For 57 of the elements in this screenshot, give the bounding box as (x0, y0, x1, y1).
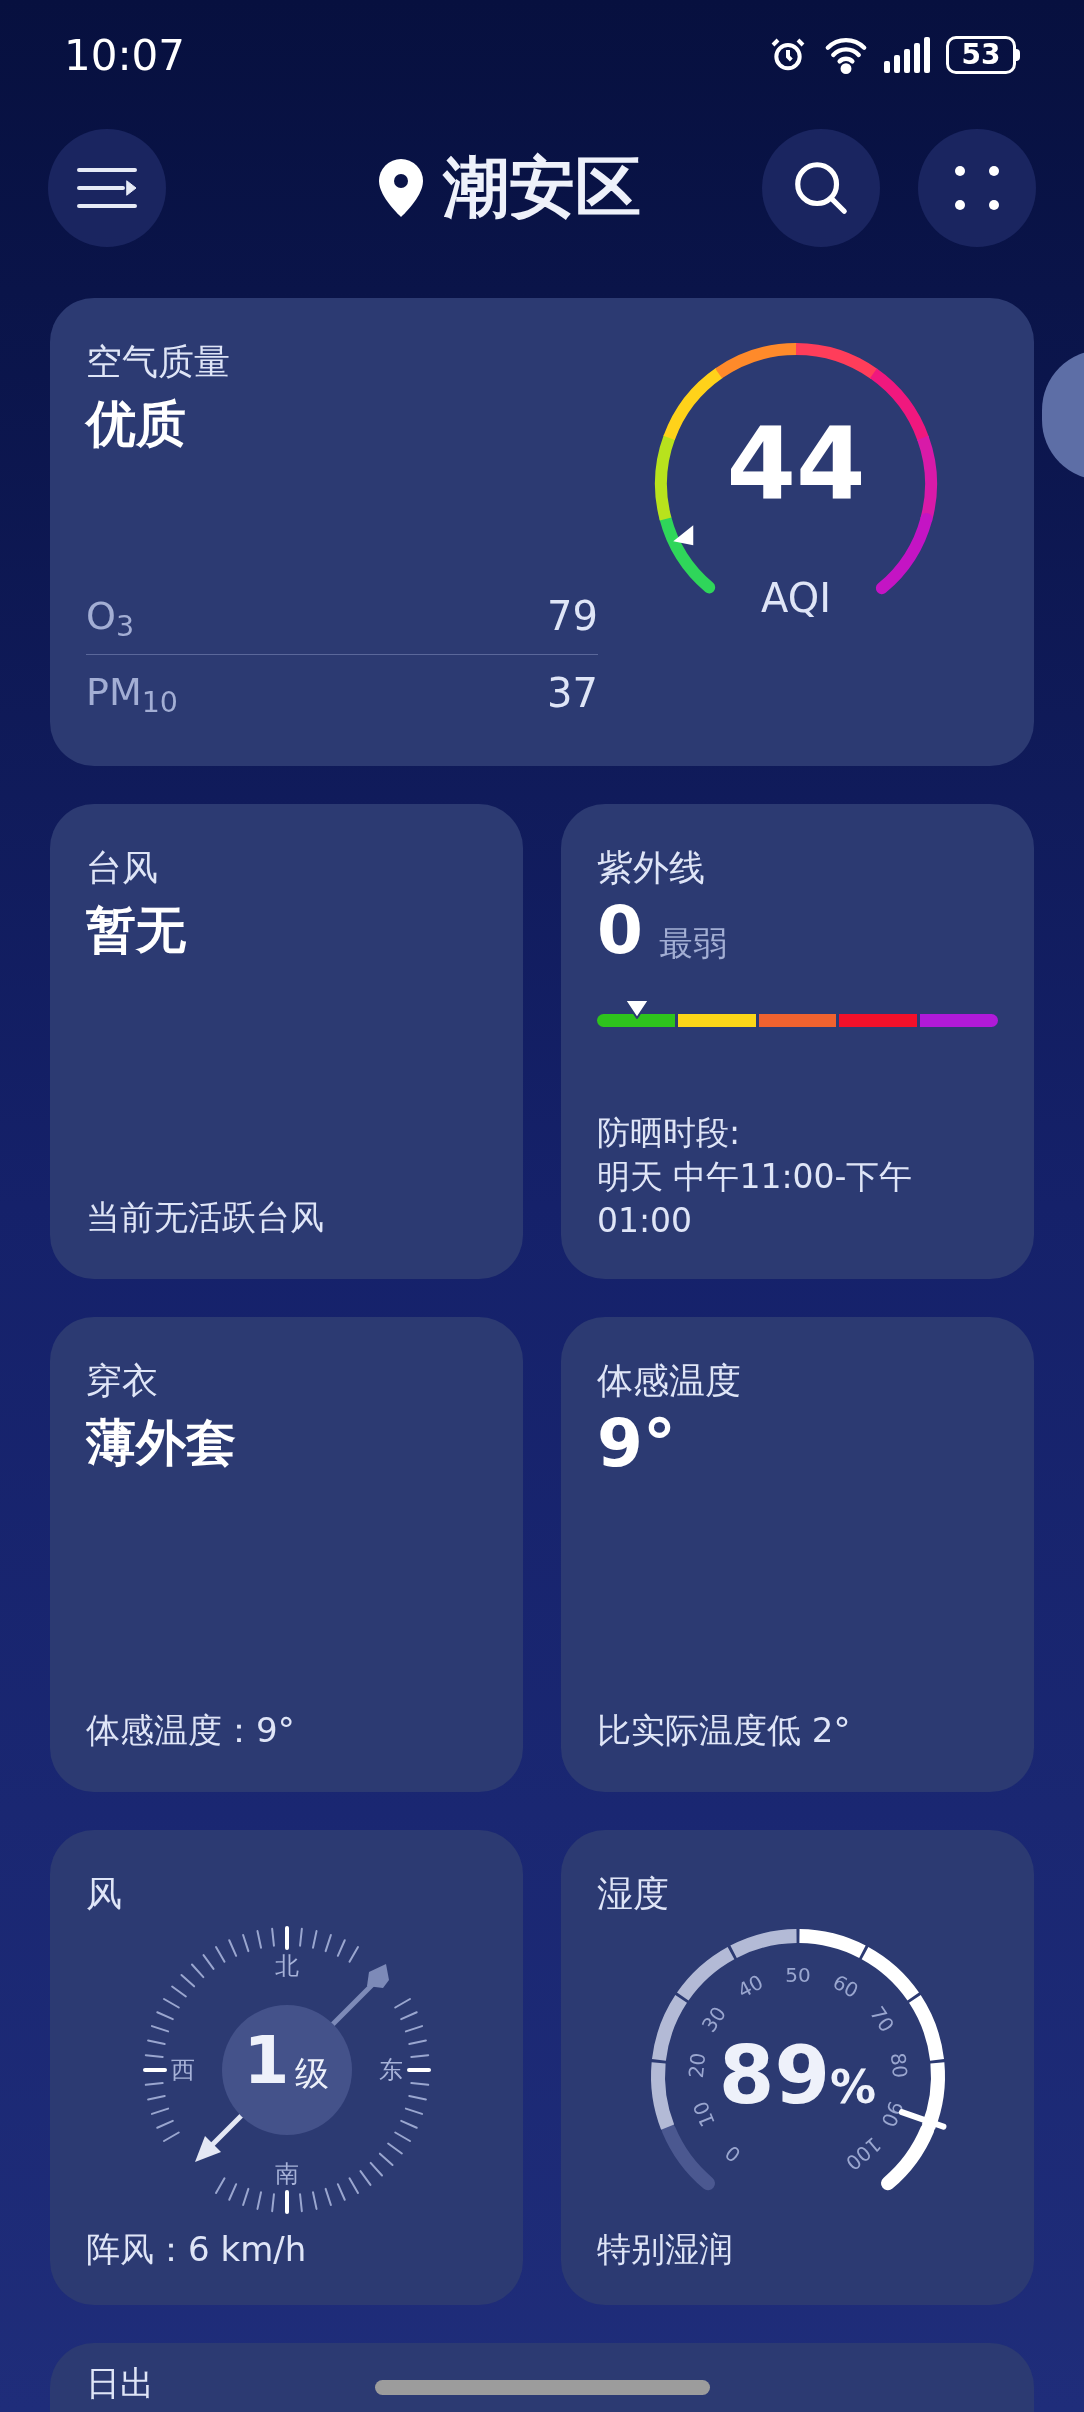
typhoon-note: 当前无活跃台风 (86, 1196, 324, 1239)
gauge-scale-label: 60 (828, 1969, 862, 2003)
humidity-note: 特别湿润 (597, 2228, 733, 2271)
wifi-icon (824, 35, 868, 75)
card-title: 风 (86, 1872, 122, 1916)
aqi-value: 44 (725, 414, 867, 514)
air-quality-card[interactable]: 空气质量 优质 O$_{3}$ 79 PM$_{10}$ 37 44 AQI (50, 298, 1034, 766)
wind-force: 1 级 (242, 2028, 331, 2094)
dots-grid-icon (955, 166, 999, 210)
gauge-marker (673, 525, 694, 546)
gauge-scale-label: 20 (683, 2051, 710, 2080)
battery-indicator: 53 (946, 36, 1020, 74)
air-quality-status: 优质 (86, 394, 186, 454)
pollutant-value: 37 (547, 668, 598, 718)
compass-south: 南 (274, 2162, 299, 2186)
gauge-scale-label: 40 (733, 1969, 767, 2003)
typhoon-card[interactable]: 台风 暂无 当前无活跃台风 (50, 804, 523, 1279)
card-title: 穿衣 (86, 1359, 158, 1403)
feels-like-note: 比实际温度低 2° (597, 1709, 851, 1752)
uv-index: 0 (597, 898, 643, 964)
clothing-note: 体感温度：9° (86, 1709, 295, 1752)
uv-rating: 最弱 (658, 926, 727, 960)
gauge-scale-label: 90 (875, 2097, 908, 2131)
card-title: 空气质量 (86, 340, 230, 384)
gust-speed: 阵风：6 km/h (86, 2228, 307, 2271)
location-pin-icon (377, 159, 425, 217)
uv-card[interactable]: 紫外线 0 最弱 防晒时段: 明天 中午11:00-下午01:00 (561, 804, 1034, 1279)
card-title: 湿度 (597, 1872, 669, 1916)
gauge-scale-label: 80 (885, 2051, 912, 2080)
pollutant-name: PM$_{10}$ (86, 669, 178, 721)
typhoon-status: 暂无 (86, 900, 186, 960)
gauge-scale-label: 0 (719, 2140, 745, 2168)
signal-icon (884, 37, 930, 73)
clothing-advice: 薄外套 (86, 1413, 236, 1473)
feels-like-temperature: 9° (597, 1409, 676, 1479)
sunrise-card[interactable]: 日出 (50, 2343, 1034, 2412)
card-title: 体感温度 (597, 1359, 741, 1403)
compass-east: 东 (378, 2058, 403, 2082)
card-title: 日出 (86, 2363, 154, 2403)
pollutant-name: O$_{3}$ (86, 592, 135, 645)
pollutant-value: 79 (547, 592, 598, 641)
sunscreen-period: 明天 中午11:00-下午01:00 (597, 1156, 914, 1242)
compass-north: 北 (274, 1954, 299, 1978)
gauge-scale-label: 50 (784, 1962, 811, 1987)
gauge-scale-label: 10 (687, 2097, 720, 2131)
gauge-scale-label: 30 (696, 2002, 731, 2037)
gauge-scale-label: 100 (840, 2132, 886, 2176)
sunscreen-period-label: 防晒时段: (597, 1112, 741, 1154)
card-title: 台风 (86, 846, 158, 890)
aqi-label: AQI (760, 578, 832, 618)
compass-west: 西 (170, 2058, 195, 2082)
wind-card[interactable]: 风 北 西 1 级 东 南 阵风：6 km/h (50, 1830, 523, 2305)
status-time: 10:07 (64, 29, 186, 82)
gauge-scale-label: 70 (864, 2002, 899, 2037)
clothing-card[interactable]: 穿衣 薄外套 体感温度：9° (50, 1317, 523, 1792)
feels-like-card[interactable]: 体感温度 9° 比实际温度低 2° (561, 1317, 1034, 1792)
card-title: 紫外线 (597, 846, 705, 890)
